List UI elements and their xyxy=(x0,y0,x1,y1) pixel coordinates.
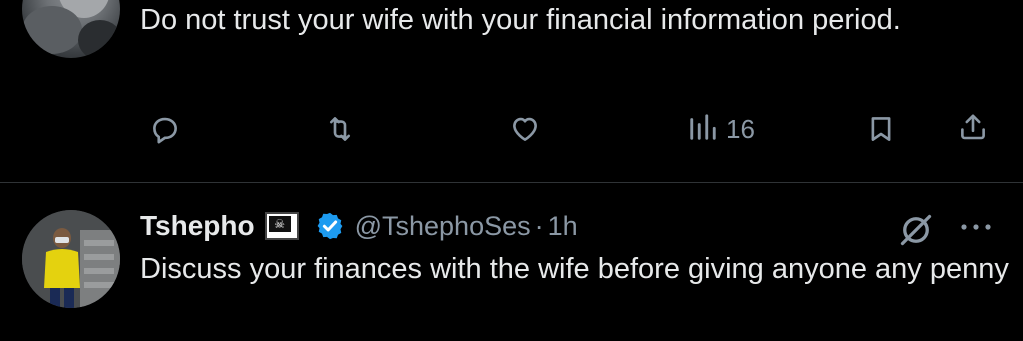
author-handle[interactable]: @TshephoSes xyxy=(355,211,531,242)
verified-icon xyxy=(315,211,345,241)
bookmark-icon xyxy=(866,114,896,149)
like-button[interactable] xyxy=(510,114,540,149)
reply-button[interactable] xyxy=(150,114,180,149)
share-button[interactable] xyxy=(958,112,988,147)
views-count: 16 xyxy=(726,114,755,144)
timestamp[interactable]: 1h xyxy=(548,211,578,242)
tweet-text: Do not trust your wife with your financi… xyxy=(140,4,901,36)
tweet-header: Tshepho ☠ @TshephoSes · 1h xyxy=(140,210,578,242)
more-icon xyxy=(958,220,994,237)
divider xyxy=(0,182,1023,183)
more-button[interactable] xyxy=(958,220,994,238)
grok-button[interactable] xyxy=(898,212,934,253)
avatar[interactable] xyxy=(22,0,120,58)
views-icon xyxy=(688,112,718,147)
grok-icon xyxy=(898,214,934,252)
author-name[interactable]: Tshepho xyxy=(140,210,255,242)
flag-icon: ☠ xyxy=(264,212,299,240)
share-icon xyxy=(958,112,988,147)
reply-icon xyxy=(150,114,180,149)
retweet-button[interactable] xyxy=(325,114,355,149)
separator: · xyxy=(534,210,544,241)
heart-icon xyxy=(510,114,540,149)
avatar[interactable] xyxy=(22,210,120,308)
views-button[interactable]: 16 xyxy=(688,112,755,147)
tweet-text: Discuss your finances with the wife befo… xyxy=(140,253,1009,285)
retweet-icon xyxy=(325,114,355,149)
bookmark-button[interactable] xyxy=(866,114,896,149)
